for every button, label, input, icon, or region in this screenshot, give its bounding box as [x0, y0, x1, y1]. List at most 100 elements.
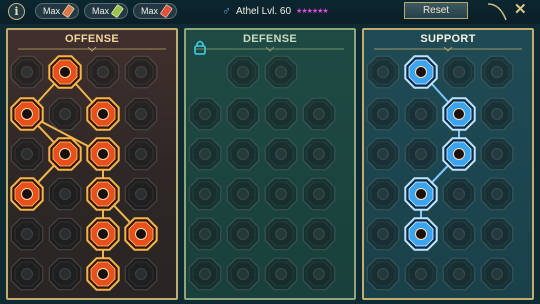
- skill-node-locked[interactable]: [188, 137, 222, 171]
- skill-node-locked[interactable]: [480, 217, 514, 251]
- skill-node-locked[interactable]: [480, 137, 514, 171]
- skill-node-locked[interactable]: [404, 257, 438, 291]
- skill-node-locked[interactable]: [48, 217, 82, 251]
- skill-node-locked[interactable]: [404, 137, 438, 171]
- skill-node-active[interactable]: [404, 55, 438, 89]
- skill-node-locked[interactable]: [442, 217, 476, 251]
- skill-node-active[interactable]: [86, 217, 120, 251]
- locked-skill-icon: [453, 66, 465, 78]
- skill-node-locked[interactable]: [480, 55, 514, 89]
- skill-node-locked[interactable]: [366, 137, 400, 171]
- skill-node-locked[interactable]: [404, 97, 438, 131]
- defense-panel: DEFENSE: [184, 28, 356, 300]
- skill-node-locked[interactable]: [188, 177, 222, 211]
- locked-skill-icon: [275, 66, 287, 78]
- skill-node-active[interactable]: [404, 177, 438, 211]
- skill-node-active[interactable]: [124, 217, 158, 251]
- skill-node-locked[interactable]: [48, 97, 82, 131]
- skill-node-locked[interactable]: [480, 177, 514, 211]
- locked-skill-icon: [377, 228, 389, 240]
- skill-node-locked[interactable]: [264, 137, 298, 171]
- skill-node-active[interactable]: [442, 137, 476, 171]
- locked-skill-icon: [59, 188, 71, 200]
- skill-node-locked[interactable]: [48, 257, 82, 291]
- skill-node-locked[interactable]: [226, 177, 260, 211]
- tome-counter-2[interactable]: Max: [84, 3, 128, 19]
- skill-node-locked[interactable]: [366, 55, 400, 89]
- locked-skill-icon: [59, 228, 71, 240]
- locked-skill-icon: [237, 108, 249, 120]
- info-button[interactable]: i: [8, 3, 25, 20]
- locked-skill-icon: [135, 188, 147, 200]
- skill-node-locked[interactable]: [124, 177, 158, 211]
- skill-node-locked[interactable]: [442, 177, 476, 211]
- skill-node-locked[interactable]: [10, 257, 44, 291]
- skill-node-locked[interactable]: [124, 137, 158, 171]
- skill-node-locked[interactable]: [124, 257, 158, 291]
- skill-node-active[interactable]: [48, 137, 82, 171]
- skill-node-locked[interactable]: [226, 97, 260, 131]
- skill-node-locked[interactable]: [86, 55, 120, 89]
- skill-node-locked[interactable]: [10, 55, 44, 89]
- locked-skill-icon: [491, 148, 503, 160]
- skill-node-active[interactable]: [86, 257, 120, 291]
- support-skill-tree: [366, 55, 514, 291]
- skill-node-locked[interactable]: [302, 97, 336, 131]
- skill-node-locked[interactable]: [366, 97, 400, 131]
- close-button[interactable]: ✕: [514, 0, 527, 18]
- skill-node-active[interactable]: [48, 55, 82, 89]
- skill-node-locked[interactable]: [480, 257, 514, 291]
- skill-node-locked[interactable]: [480, 97, 514, 131]
- skill-node-locked[interactable]: [264, 257, 298, 291]
- skill-node-active[interactable]: [86, 137, 120, 171]
- skill-node-locked[interactable]: [188, 217, 222, 251]
- skill-node-active[interactable]: [442, 97, 476, 131]
- skill-node-locked[interactable]: [302, 137, 336, 171]
- axe-icon: [97, 188, 109, 200]
- locked-skill-icon: [491, 268, 503, 280]
- skill-node-locked[interactable]: [48, 177, 82, 211]
- skill-node-locked[interactable]: [124, 97, 158, 131]
- skill-node-locked[interactable]: [10, 137, 44, 171]
- skill-node-active[interactable]: [404, 217, 438, 251]
- skill-node-locked[interactable]: [264, 55, 298, 89]
- defense-skill-tree: [188, 55, 336, 291]
- locked-skill-icon: [135, 66, 147, 78]
- skill-node-locked[interactable]: [124, 55, 158, 89]
- skill-node-locked[interactable]: [226, 257, 260, 291]
- skill-node-locked[interactable]: [442, 257, 476, 291]
- skill-node-active[interactable]: [86, 97, 120, 131]
- heart-pierce-icon: [97, 108, 109, 120]
- skill-node-locked[interactable]: [226, 217, 260, 251]
- tome-counter-label: Max: [92, 6, 110, 16]
- skill-node-active[interactable]: [86, 177, 120, 211]
- locked-skill-icon: [97, 66, 109, 78]
- skill-node-locked[interactable]: [10, 217, 44, 251]
- locked-skill-icon: [491, 188, 503, 200]
- skill-node-active[interactable]: [10, 177, 44, 211]
- skill-node-locked[interactable]: [264, 97, 298, 131]
- skill-node-locked[interactable]: [366, 217, 400, 251]
- skill-node-locked[interactable]: [188, 97, 222, 131]
- affinity-icon: ♂: [222, 4, 231, 18]
- skill-node-locked[interactable]: [302, 177, 336, 211]
- skill-node-locked[interactable]: [226, 55, 260, 89]
- skill-node-locked[interactable]: [226, 137, 260, 171]
- skill-node-locked[interactable]: [442, 55, 476, 89]
- skill-node-locked[interactable]: [302, 217, 336, 251]
- locked-skill-icon: [453, 268, 465, 280]
- heart-sparkle-icon: [415, 66, 427, 78]
- skill-node-locked[interactable]: [302, 257, 336, 291]
- skill-node-locked[interactable]: [366, 177, 400, 211]
- locked-skill-icon: [135, 148, 147, 160]
- reset-button[interactable]: Reset: [404, 2, 468, 19]
- skill-node-locked[interactable]: [188, 257, 222, 291]
- skill-node-locked[interactable]: [264, 217, 298, 251]
- skill-node-locked[interactable]: [264, 177, 298, 211]
- skill-node-active[interactable]: [10, 97, 44, 131]
- skill-node-locked[interactable]: [366, 257, 400, 291]
- tome-counter-1[interactable]: Max: [35, 3, 79, 19]
- locked-skill-icon: [199, 108, 211, 120]
- tome-counter-3[interactable]: Max: [133, 3, 177, 19]
- locked-skill-icon: [21, 228, 33, 240]
